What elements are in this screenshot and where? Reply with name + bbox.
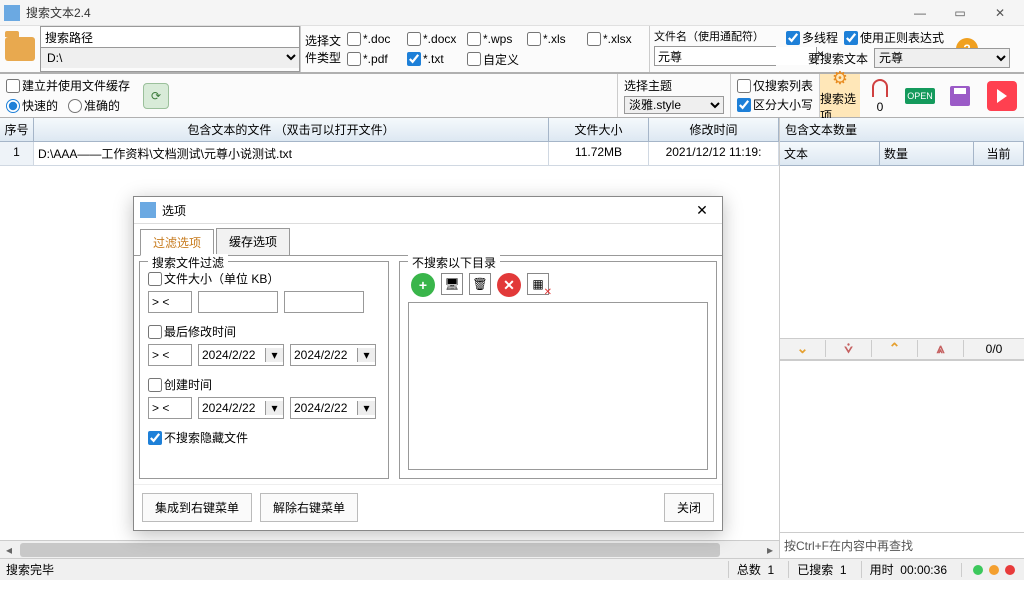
folder-icon bbox=[5, 37, 35, 61]
save-button[interactable] bbox=[940, 74, 980, 117]
search-text-select[interactable]: 元尊 bbox=[874, 48, 1010, 68]
gear-icon: ⚙ bbox=[829, 68, 851, 89]
right-title: 包含文本数量 bbox=[780, 118, 1024, 142]
remove-dir-button[interactable]: ✕ bbox=[497, 273, 521, 297]
ext-custom[interactable]: 自定义 bbox=[467, 51, 527, 68]
nav-up-all-icon[interactable]: ⩓ bbox=[918, 340, 964, 357]
nav-down-all-icon[interactable]: ⩒ bbox=[826, 340, 872, 357]
table-row[interactable]: 1 D:\AAA——工作资料\文档测试\元尊小说测试.txt 11.72MB 2… bbox=[0, 142, 779, 166]
search-path-label bbox=[41, 27, 299, 47]
col-file[interactable]: 包含文本的文件 （双击可以打开文件） bbox=[34, 118, 549, 141]
file-type-label: 选择文 bbox=[305, 32, 341, 49]
refresh-icon[interactable]: ⟳ bbox=[143, 83, 169, 109]
ctime-op-input[interactable] bbox=[148, 397, 192, 419]
app-icon bbox=[4, 5, 20, 21]
col-size[interactable]: 文件大小 bbox=[549, 118, 649, 141]
rcol-count[interactable]: 数量 bbox=[880, 142, 974, 165]
size-max-input[interactable] bbox=[284, 291, 364, 313]
browse-folder-button[interactable] bbox=[0, 26, 40, 72]
drive-select[interactable]: D:\ bbox=[41, 47, 299, 68]
find-hint: 按Ctrl+F在内容中再查找 bbox=[780, 532, 1024, 558]
size-min-input[interactable] bbox=[198, 291, 278, 313]
accurate-radio[interactable]: 准确的 bbox=[68, 97, 120, 114]
integrate-menu-button[interactable]: 集成到右键菜单 bbox=[142, 493, 252, 522]
only-list-checkbox[interactable]: 仅搜索列表 bbox=[737, 77, 813, 94]
window-title: 搜索文本2.4 bbox=[26, 4, 900, 21]
ctime-filter-checkbox[interactable]: 创建时间 bbox=[148, 376, 380, 393]
content-preview bbox=[780, 360, 1024, 533]
ext-doc[interactable]: *.doc bbox=[347, 32, 407, 46]
mtime-op-input[interactable] bbox=[148, 344, 192, 366]
trash-icon[interactable]: 🗑 bbox=[469, 273, 491, 295]
magnet-icon bbox=[869, 77, 891, 99]
legend-filter: 搜索文件过滤 bbox=[148, 254, 228, 271]
ext-xls[interactable]: *.xls bbox=[527, 32, 587, 46]
nav-down-icon[interactable]: ⌄ bbox=[780, 340, 826, 357]
size-op-input[interactable] bbox=[148, 291, 192, 313]
theme-select[interactable]: 淡雅.style bbox=[624, 96, 724, 114]
dialog-title: 选项 bbox=[162, 202, 688, 219]
legend-dirs: 不搜索以下目录 bbox=[408, 254, 500, 271]
ext-txt[interactable]: *.txt bbox=[407, 52, 467, 66]
minimize-button[interactable]: — bbox=[900, 1, 940, 25]
col-time[interactable]: 修改时间 bbox=[649, 118, 779, 141]
status-done: 搜索完毕 bbox=[6, 561, 54, 578]
play-button[interactable] bbox=[980, 74, 1024, 117]
play-icon bbox=[987, 81, 1017, 111]
dialog-icon bbox=[140, 202, 156, 218]
save-icon bbox=[949, 85, 971, 107]
dialog-close-btn[interactable]: 关闭 bbox=[664, 493, 714, 522]
ext-wps[interactable]: *.wps bbox=[467, 32, 527, 46]
options-dialog: 选项 ✕ 过滤选项 缓存选项 搜索文件过滤 文件大小（单位 KB） 最后修改时间… bbox=[133, 196, 723, 531]
excluded-dirs-list[interactable] bbox=[408, 302, 708, 470]
status-leds bbox=[961, 563, 1018, 577]
close-button[interactable]: ✕ bbox=[980, 1, 1020, 25]
rcol-cur[interactable]: 当前 bbox=[974, 142, 1024, 165]
tab-filter[interactable]: 过滤选项 bbox=[140, 229, 214, 256]
mtime-to[interactable]: 2024/2/22▾ bbox=[290, 344, 376, 366]
nav-up-icon[interactable]: ⌃ bbox=[872, 340, 918, 357]
dialog-close-button[interactable]: ✕ bbox=[688, 202, 716, 219]
mtime-filter-checkbox[interactable]: 最后修改时间 bbox=[148, 323, 380, 340]
col-num[interactable]: 序号 bbox=[0, 118, 34, 141]
open-button[interactable]: OPEN bbox=[900, 74, 940, 117]
monitor-icon[interactable]: 🖥 bbox=[441, 273, 463, 295]
search-options-button[interactable]: ⚙搜索选项 bbox=[820, 74, 860, 117]
remove-menu-button[interactable]: 解除右键菜单 bbox=[260, 493, 358, 522]
add-dir-button[interactable]: + bbox=[411, 273, 435, 297]
hidden-files-checkbox[interactable]: 不搜索隐藏文件 bbox=[148, 429, 380, 446]
case-checkbox[interactable]: 区分大小写 bbox=[737, 96, 813, 113]
ctime-to[interactable]: 2024/2/22▾ bbox=[290, 397, 376, 419]
rcol-text[interactable]: 文本 bbox=[780, 142, 880, 165]
fast-radio[interactable]: 快速的 bbox=[6, 97, 58, 114]
search-text-label: 要搜索文本 bbox=[808, 50, 868, 67]
hscroll-left[interactable]: ◂ ▸ bbox=[0, 540, 779, 558]
tab-cache[interactable]: 缓存选项 bbox=[216, 228, 290, 255]
right-list bbox=[780, 166, 1024, 338]
size-filter-checkbox[interactable]: 文件大小（单位 KB） bbox=[148, 270, 380, 287]
filename-label: 文件名（使用通配符） bbox=[654, 28, 776, 44]
nav-counter: 0/0 bbox=[964, 342, 1024, 356]
maximize-button[interactable]: ▭ bbox=[940, 1, 980, 25]
magnet-button[interactable]: 0 bbox=[860, 74, 900, 117]
ctime-from[interactable]: 2024/2/22▾ bbox=[198, 397, 284, 419]
ext-pdf[interactable]: *.pdf bbox=[347, 52, 407, 66]
grid-icon[interactable]: ▦✕ bbox=[527, 273, 549, 295]
ext-docx[interactable]: *.docx bbox=[407, 32, 467, 46]
theme-label: 选择主题 bbox=[624, 77, 724, 94]
mtime-from[interactable]: 2024/2/22▾ bbox=[198, 344, 284, 366]
ext-xlsx[interactable]: *.xlsx bbox=[587, 32, 647, 46]
cache-checkbox[interactable]: 建立并使用文件缓存 bbox=[6, 77, 130, 94]
open-icon: OPEN bbox=[909, 85, 931, 107]
